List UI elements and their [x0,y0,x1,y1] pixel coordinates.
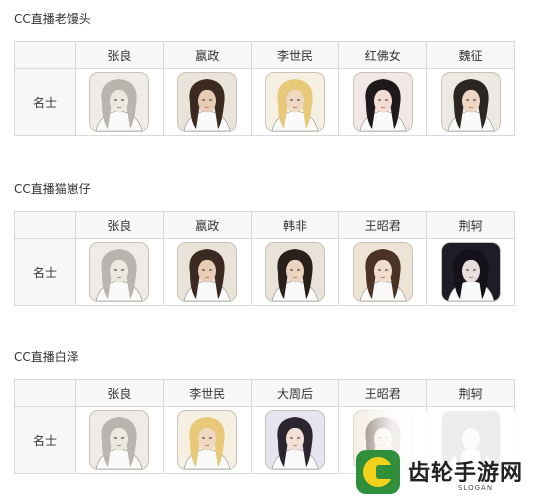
header-row: 张良 李世民 大周后 王昭君 荆轲 [14,379,515,407]
header-row: 张良 嬴政 李世民 红佛女 魏征 [14,41,515,69]
row-label: 名士 [14,68,76,136]
hero-portrait [264,72,325,132]
hero-name: 嬴政 [162,211,252,239]
hero-portrait [89,242,150,302]
hero-portrait [352,72,413,132]
watermark-logo-icon [356,450,400,494]
watermark-slogan: SLOGAN [458,484,494,492]
portrait-illustration [183,249,231,301]
hero-name: 红佛女 [338,41,428,69]
hero-name: 李世民 [162,379,252,407]
portrait-illustration [96,249,143,301]
corner-cell [14,211,76,239]
portrait-illustration [271,79,319,131]
hero-name: 李世民 [250,41,340,69]
hero-name: 荆轲 [426,211,515,239]
hero-name: 韩非 [250,211,340,239]
hero-name: 王昭君 [338,211,428,239]
portrait-illustration [359,249,407,301]
corner-cell [14,379,76,407]
lineup-table: 张良 嬴政 李世民 红佛女 魏征 名士 [14,41,515,136]
row-label: 名士 [14,238,76,306]
row-label: 名士 [14,406,76,474]
watermark-name: 齿轮手游网 [408,461,524,486]
hero-name: 大周后 [250,379,340,407]
corner-cell [14,41,76,69]
hero-portrait [352,242,413,302]
hero-portrait [177,242,238,302]
lineup-table: 张良 嬴政 韩非 王昭君 荆轲 名士 [14,211,515,306]
hero-name: 魏征 [426,41,515,69]
portrait-illustration [183,79,231,131]
hero-portrait [440,72,501,132]
hero-name: 王昭君 [338,379,428,407]
hero-portrait [264,410,325,470]
portrait-row: 名士 [14,68,515,136]
hero-name: 张良 [75,211,164,239]
hero-name: 张良 [75,41,164,69]
hero-portrait [440,242,501,302]
portrait-illustration [447,79,494,131]
section-title: CC直播白泽 [14,350,79,364]
hero-portrait [89,72,150,132]
portrait-illustration [271,417,319,469]
hero-name: 嬴政 [162,41,252,69]
hero-portrait [264,242,325,302]
portrait-row: 名士 [14,238,515,306]
hero-portrait [177,72,238,132]
portrait-illustration [271,249,319,301]
hero-portrait [177,410,238,470]
header-row: 张良 嬴政 韩非 王昭君 荆轲 [14,211,515,239]
section-title: CC直播猫崽仔 [14,182,91,196]
hero-name: 荆轲 [426,379,515,407]
portrait-illustration [96,417,143,469]
portrait-illustration [359,79,407,131]
portrait-illustration [447,249,494,301]
hero-name: 张良 [75,379,164,407]
portrait-illustration [183,417,231,469]
portrait-illustration [96,79,143,131]
section-title: CC直播老馒头 [14,12,91,26]
hero-portrait [89,410,150,470]
